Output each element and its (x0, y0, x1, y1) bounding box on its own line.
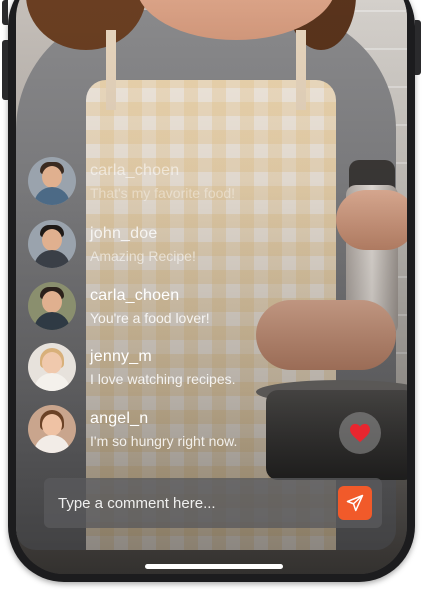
send-button[interactable] (338, 486, 372, 520)
comment-item: john_doe Amazing Recipe! (28, 220, 196, 268)
phone-volume-button (2, 40, 8, 100)
comment-username: jenny_m (90, 347, 152, 365)
avatar (28, 343, 76, 391)
comment-item: jenny_m I love watching recipes. (28, 343, 236, 391)
send-icon (346, 494, 364, 512)
comment-item: carla_choen You're a food lover! (28, 282, 210, 330)
avatar (28, 405, 76, 453)
comment-item: angel_n I'm so hungry right now. (28, 405, 237, 453)
phone-power-button (415, 20, 421, 75)
comment-message: I love watching recipes. (90, 370, 236, 387)
comment-item: carla_choen That's my favorite food! (28, 157, 235, 205)
avatar (28, 282, 76, 330)
comment-username: angel_n (90, 409, 149, 427)
comment-message: You're a food lover! (90, 309, 210, 326)
avatar (28, 157, 76, 205)
comment-username: john_doe (90, 224, 158, 242)
comment-input[interactable] (56, 493, 338, 513)
home-indicator (145, 564, 283, 569)
comment-message: That's my favorite food! (90, 184, 236, 201)
phone-side-button (2, 0, 8, 25)
comment-username: carla_choen (90, 286, 180, 304)
heart-icon (350, 423, 370, 443)
avatar (28, 220, 76, 268)
like-button[interactable] (339, 412, 381, 454)
comment-message: I'm so hungry right now. (90, 432, 238, 449)
comment-username: carla_choen (90, 161, 180, 179)
comment-bar (44, 478, 382, 528)
comment-message: Amazing Recipe! (90, 247, 196, 264)
